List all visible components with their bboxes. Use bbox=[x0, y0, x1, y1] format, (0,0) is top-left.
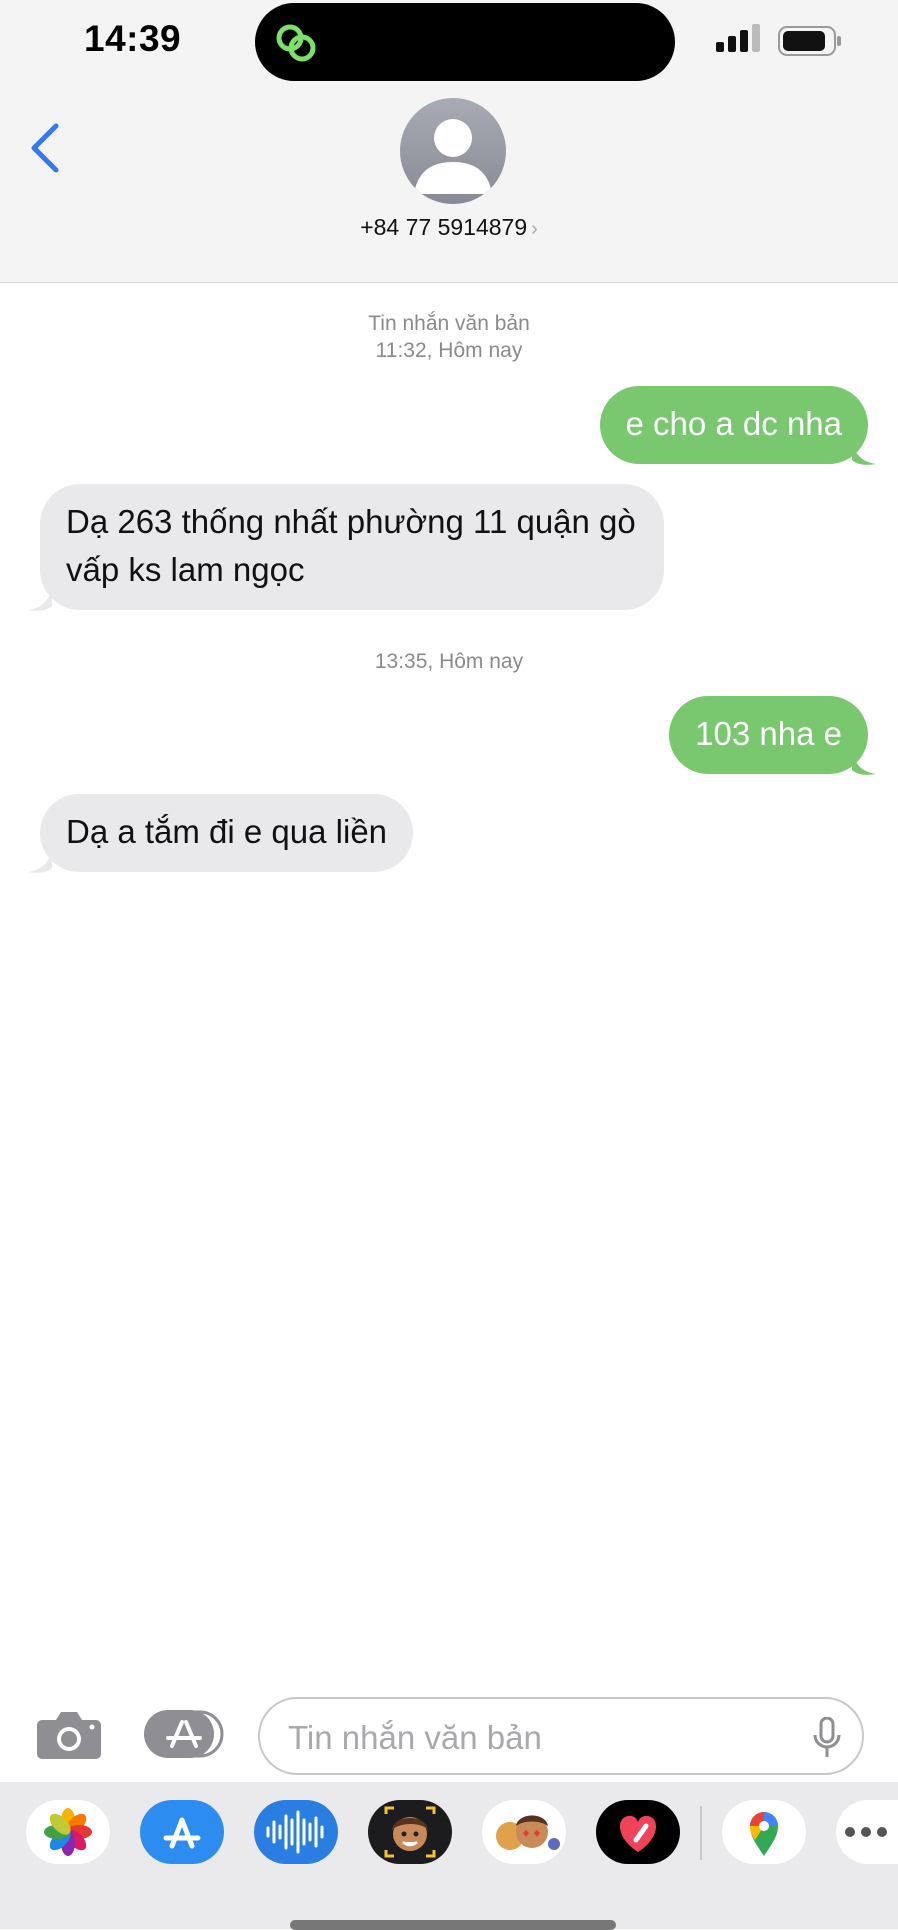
memoji-stickers-icon[interactable] bbox=[482, 1800, 566, 1864]
bubble-tail bbox=[852, 750, 876, 775]
message-text: Dạ a tắm đi e qua liền bbox=[66, 813, 388, 850]
timestamp-label: 13:35, Hôm nay bbox=[374, 650, 524, 673]
back-chevron-icon[interactable] bbox=[26, 120, 66, 176]
message-composer: Tin nhắn văn bản bbox=[0, 1680, 898, 1780]
message-input[interactable]: Tin nhắn văn bản bbox=[258, 1697, 864, 1775]
conversation-header: +84 77 5914879 › bbox=[0, 90, 898, 283]
app-drawer bbox=[0, 1782, 898, 1930]
chevron-right-icon: › bbox=[531, 218, 538, 240]
microphone-icon[interactable] bbox=[812, 1717, 842, 1759]
more-icon[interactable] bbox=[836, 1800, 898, 1864]
bubble-tail bbox=[852, 440, 876, 465]
contact-number: +84 77 5914879 bbox=[360, 214, 528, 240]
person-icon bbox=[414, 119, 492, 194]
link-icon bbox=[276, 24, 316, 62]
incoming-message[interactable]: Dạ a tắm đi e qua liền bbox=[40, 794, 414, 872]
memoji-icon[interactable] bbox=[368, 1800, 452, 1864]
google-maps-icon[interactable] bbox=[722, 1800, 806, 1864]
message-timestamp: 13:35, Hôm nay bbox=[0, 648, 898, 675]
status-time: 14:39 bbox=[84, 18, 182, 59]
battery-icon bbox=[778, 26, 841, 56]
photos-icon[interactable] bbox=[26, 1800, 110, 1864]
message-type-label: Tin nhắn văn bản bbox=[368, 312, 530, 335]
timestamp-label: 11:32, Hôm nay bbox=[375, 339, 523, 362]
contact-avatar[interactable] bbox=[400, 98, 506, 204]
dynamic-island bbox=[255, 3, 675, 81]
incoming-message[interactable]: Dạ 263 thống nhất phường 11 quận gò vấp … bbox=[40, 484, 664, 610]
bubble-tail bbox=[28, 586, 52, 611]
message-timestamp: Tin nhắn văn bản 11:32, Hôm nay bbox=[0, 310, 898, 364]
contact-name[interactable]: +84 77 5914879 › bbox=[0, 214, 898, 241]
message-input-placeholder: Tin nhắn văn bản bbox=[288, 1719, 542, 1756]
message-text: 103 nha e bbox=[695, 715, 842, 752]
status-bar: 14:39 bbox=[0, 0, 898, 90]
outgoing-message[interactable]: e cho a dc nha bbox=[599, 386, 868, 464]
digital-touch-icon[interactable] bbox=[596, 1800, 680, 1864]
audio-message-icon[interactable] bbox=[254, 1800, 338, 1864]
message-text: Dạ 263 thống nhất phường 11 quận gò vấp … bbox=[66, 503, 636, 588]
outgoing-message[interactable]: 103 nha e bbox=[669, 696, 868, 774]
app-store-icon[interactable] bbox=[140, 1800, 224, 1864]
bubble-tail bbox=[28, 848, 52, 873]
drawer-separator bbox=[700, 1806, 702, 1860]
app-store-button-icon[interactable] bbox=[144, 1710, 224, 1758]
camera-icon[interactable] bbox=[36, 1708, 102, 1760]
cellular-signal-icon bbox=[716, 24, 760, 52]
message-text: e cho a dc nha bbox=[625, 405, 843, 442]
